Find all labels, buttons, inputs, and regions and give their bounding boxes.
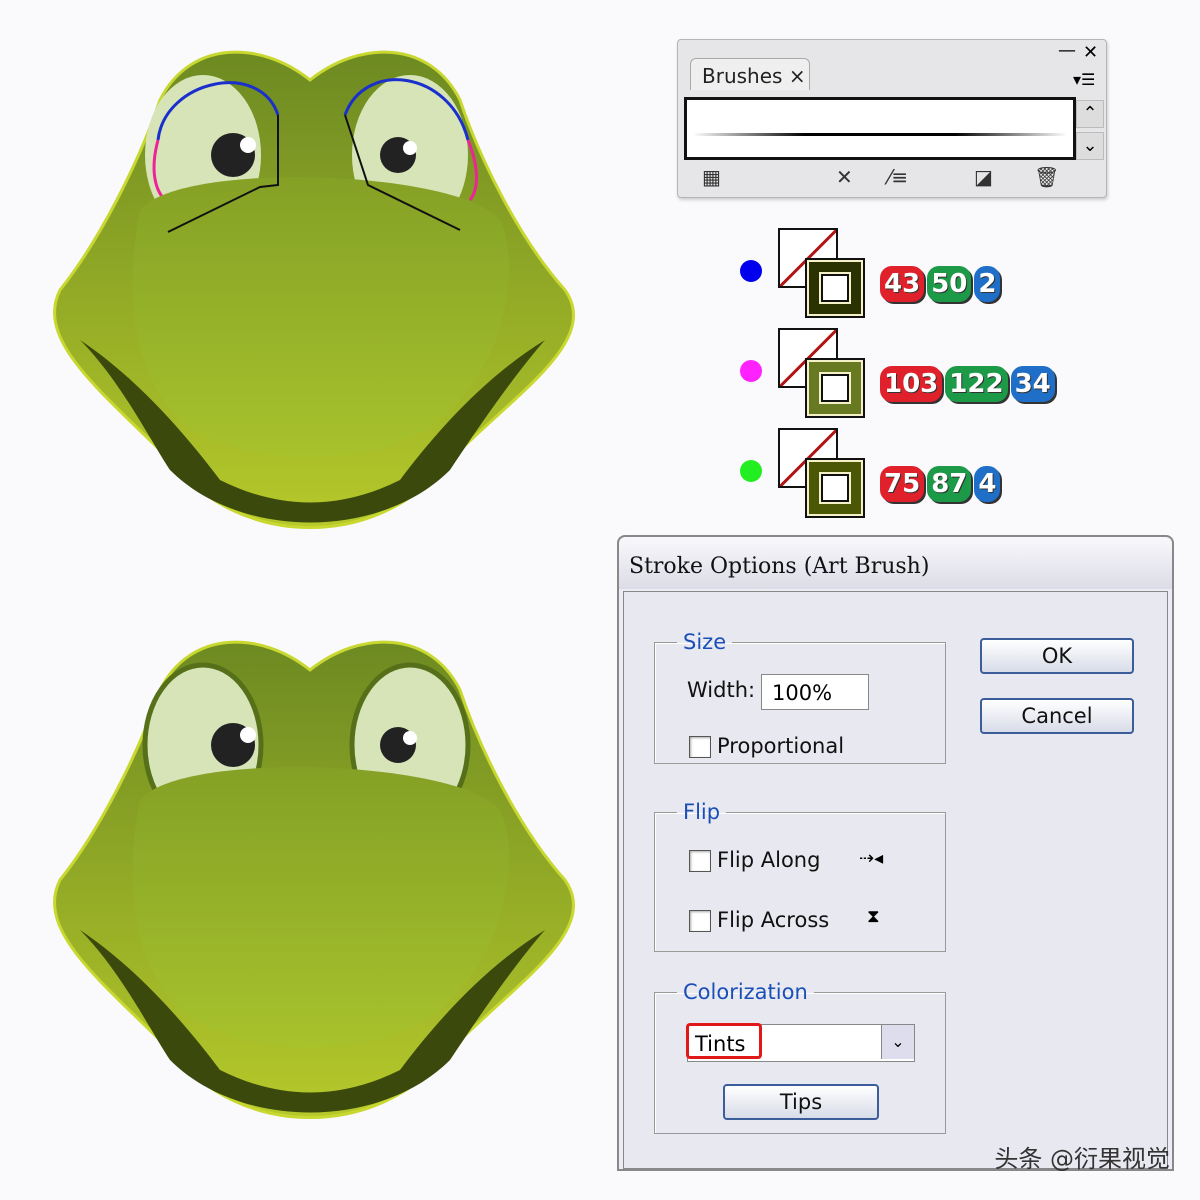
scroll-up-button[interactable]: ⌃ (1076, 100, 1104, 128)
brush-libraries-icon[interactable]: ▦ (702, 165, 721, 189)
red-value: 103 (880, 366, 943, 402)
green-value: 87 (927, 466, 972, 502)
close-panel-button[interactable]: ✕ (1083, 42, 1098, 63)
stroke-swatch[interactable] (805, 358, 865, 418)
flip-across-label: Flip Across (717, 908, 830, 932)
minimize-button[interactable]: — (1058, 40, 1076, 61)
panel-menu-icon[interactable]: ▾☰ (1073, 70, 1095, 89)
flip-along-checkbox[interactable] (689, 850, 711, 872)
proportional-label: Proportional (717, 734, 845, 758)
swatch-row-magenta: 103 122 34 (740, 328, 1080, 418)
stroke-options-dialog: Stroke Options (Art Brush) Size Width: 1… (617, 535, 1174, 1171)
stroke-swatch[interactable] (805, 258, 865, 318)
scroll-down-button[interactable]: ⌄ (1076, 132, 1104, 160)
blue-value: 4 (974, 466, 1001, 502)
cancel-button[interactable]: Cancel (980, 698, 1134, 734)
delete-brush-icon[interactable]: 🗑 (1034, 165, 1059, 189)
tab-brushes[interactable]: Brushes × (690, 58, 810, 90)
green-value: 50 (927, 266, 972, 302)
watermark: 头条 @衍果视觉 (994, 1145, 1170, 1173)
width-label: Width: (687, 678, 756, 702)
swatch-row-blue: 43 50 2 (740, 228, 1080, 318)
flip-legend: Flip (683, 800, 721, 824)
brush-stroke-item[interactable] (693, 133, 1067, 136)
proportional-checkbox[interactable] (689, 736, 711, 758)
blue-path-marker (740, 260, 762, 282)
colorization-group: Colorization Tints ⌄ Tips (654, 980, 946, 1134)
remove-brush-stroke-icon[interactable]: ✕ (836, 165, 853, 189)
brush-options-icon[interactable]: ⁄≡ (888, 165, 908, 189)
magenta-path-marker (740, 360, 762, 382)
blue-value: 2 (974, 266, 1001, 302)
colorization-legend: Colorization (683, 980, 808, 1004)
tab-label: Brushes (702, 64, 783, 88)
stroke-swatch[interactable] (805, 458, 865, 518)
green-value: 122 (945, 366, 1008, 402)
tips-button[interactable]: Tips (723, 1084, 879, 1120)
flip-along-icon: ⇢◂ (859, 848, 884, 869)
flip-across-icon: ⧗ (867, 906, 880, 927)
dialog-title: Stroke Options (Art Brush) (619, 537, 1172, 589)
green-path-marker (740, 460, 762, 482)
size-group: Size Width: 100% Proportional (654, 630, 946, 764)
ok-button[interactable]: OK (980, 638, 1134, 674)
flip-group: Flip Flip Along ⇢◂ Flip Across ⧗ (654, 800, 946, 952)
swatch-row-green: 75 87 4 (740, 428, 1080, 518)
size-legend: Size (683, 630, 727, 654)
selected-method: Tints (686, 1023, 762, 1059)
new-brush-icon[interactable]: ◪ (974, 165, 993, 189)
flip-along-label: Flip Along (717, 848, 821, 872)
red-value: 43 (880, 266, 925, 302)
chevron-down-icon[interactable]: ⌄ (881, 1025, 914, 1059)
close-tab-icon[interactable]: × (789, 64, 806, 88)
colorization-method-select[interactable]: Tints ⌄ (686, 1023, 915, 1062)
red-value: 75 (880, 466, 925, 502)
flip-across-checkbox[interactable] (689, 910, 711, 932)
width-input[interactable]: 100% (761, 674, 869, 710)
blue-value: 34 (1010, 366, 1055, 402)
frog-head-final (53, 640, 575, 1119)
brush-list[interactable] (684, 97, 1076, 160)
frog-head-with-paths (53, 50, 575, 529)
brushes-panel: — ✕ Brushes × ▾☰ ⌃ ⌄ ▦ ✕ ⁄≡ ◪ 🗑 (677, 39, 1107, 198)
